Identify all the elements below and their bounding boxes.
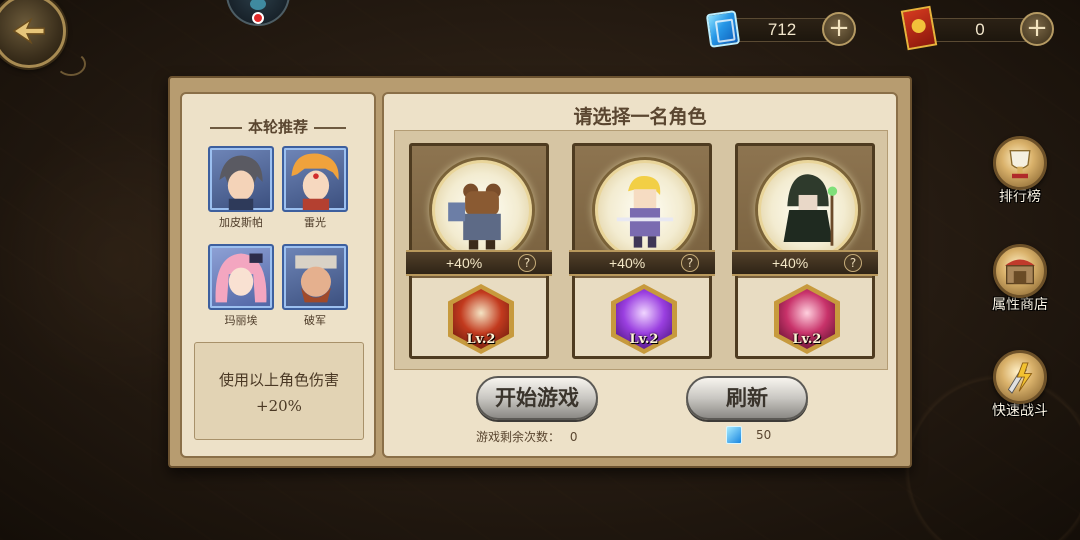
pet-eye-icon (250, 0, 266, 10)
skill-area-3: Lv.2 (738, 278, 872, 356)
help-icon[interactable]: ? (681, 254, 699, 272)
hero-portrait-leiguang[interactable] (282, 146, 348, 212)
select-title: 请选择一名角色 (573, 106, 707, 128)
start-game-button[interactable]: 开始游戏 (476, 376, 598, 420)
bear-warrior-sprite-icon (448, 183, 501, 250)
character-portrait-2 (595, 160, 695, 260)
quick-battle-icon (993, 350, 1047, 404)
bonus-percent-3: +40% (772, 255, 809, 271)
character-card-3[interactable]: +40% ? Lv.2 (732, 143, 878, 359)
leaderboard-button[interactable]: 排行榜 (984, 136, 1056, 206)
bonus-value: +20% (256, 397, 302, 415)
character-card-1[interactable]: +40% ? Lv.2 (406, 143, 552, 359)
bonus-band-2: +40% ? (569, 250, 715, 276)
blue-gem-icon (705, 10, 741, 48)
skill-badge-2: Lv.2 (611, 284, 677, 354)
help-icon[interactable]: ? (518, 254, 536, 272)
card-amount: 0 (975, 20, 985, 39)
bonus-band-1: +40% ? (406, 250, 552, 276)
bonus-percent-2: +40% (609, 255, 646, 271)
character-cards-area: +40% ? Lv.2 +40% ? Lv.2 +40% ? Lv.2 (394, 130, 888, 370)
character-card-2[interactable]: +40% ? Lv.2 (569, 143, 715, 359)
gem-amount: 712 (767, 20, 797, 39)
hero-name-leiguang: 雷光 (304, 216, 326, 229)
character-portrait-3 (758, 160, 858, 260)
skill-level-1: Lv.2 (466, 332, 496, 347)
compass-ring (56, 52, 86, 76)
hero-portrait-pojun[interactable] (282, 244, 348, 310)
refresh-button[interactable]: 刷新 (686, 376, 808, 420)
hooded-mage-sprite-icon (783, 174, 838, 246)
bonus-description: 使用以上角色伤害 (218, 371, 339, 389)
attribute-shop-button[interactable]: 属性商店 (984, 244, 1056, 314)
bonus-percent-1: +40% (446, 255, 483, 271)
remaining-plays-label: 游戏剩余次数： (476, 430, 561, 444)
recommend-pane: 本轮推荐 加皮斯帕 雷光 玛丽埃 破军 使用以上角色伤害 +20% (180, 92, 376, 458)
skill-badge-1: Lv.2 (448, 284, 514, 354)
hero-name-pojun: 破军 (304, 314, 326, 327)
help-icon[interactable]: ? (844, 254, 862, 272)
quick-battle-button[interactable]: 快速战斗 (984, 350, 1056, 420)
skill-level-3: Lv.2 (792, 332, 822, 347)
trophy-icon (993, 136, 1047, 190)
red-card-icon (900, 5, 938, 51)
add-cards-button[interactable]: + (1020, 12, 1054, 46)
back-arrow-icon (12, 17, 45, 45)
hero-face-icon (291, 153, 339, 210)
skill-area-2: Lv.2 (575, 278, 709, 356)
gem-currency: 712 + (705, 10, 856, 48)
hero-name-jiapisipa: 加皮斯帕 (219, 216, 263, 229)
bonus-band-3: +40% ? (732, 250, 878, 276)
hero-portrait-mali[interactable] (208, 244, 274, 310)
skill-level-2: Lv.2 (629, 332, 659, 347)
refresh-cost: 50 (756, 428, 772, 442)
hero-face-icon (215, 253, 267, 303)
character-select-pane: 请选择一名角色 +40% ? Lv.2 +40% ? Lv.2 +40% ? L… (382, 92, 898, 458)
remaining-plays-value: 0 (569, 430, 578, 444)
blonde-knight-sprite-icon (616, 175, 674, 248)
skill-area-1: Lv.2 (412, 278, 546, 356)
skill-badge-3: Lv.2 (774, 284, 840, 354)
card-currency: 0 + (900, 5, 1054, 51)
recommend-title: 本轮推荐 (182, 116, 374, 137)
damage-bonus-box: 使用以上角色伤害 +20% (194, 342, 364, 440)
remaining-plays: 游戏剩余次数： 0 (476, 428, 577, 445)
notification-dot (252, 12, 264, 24)
shop-icon (993, 244, 1047, 298)
character-portrait-1 (432, 160, 532, 260)
hero-face-icon (295, 255, 337, 303)
selection-panel: 本轮推荐 加皮斯帕 雷光 玛丽埃 破军 使用以上角色伤害 +20% 请选择一名角… (168, 76, 912, 468)
hero-name-mali: 玛丽埃 (224, 314, 258, 327)
hero-portrait-jiapisipa[interactable] (208, 146, 274, 212)
hero-face-icon (219, 155, 263, 210)
blue-gem-icon (726, 426, 742, 444)
add-gems-button[interactable]: + (822, 12, 856, 46)
